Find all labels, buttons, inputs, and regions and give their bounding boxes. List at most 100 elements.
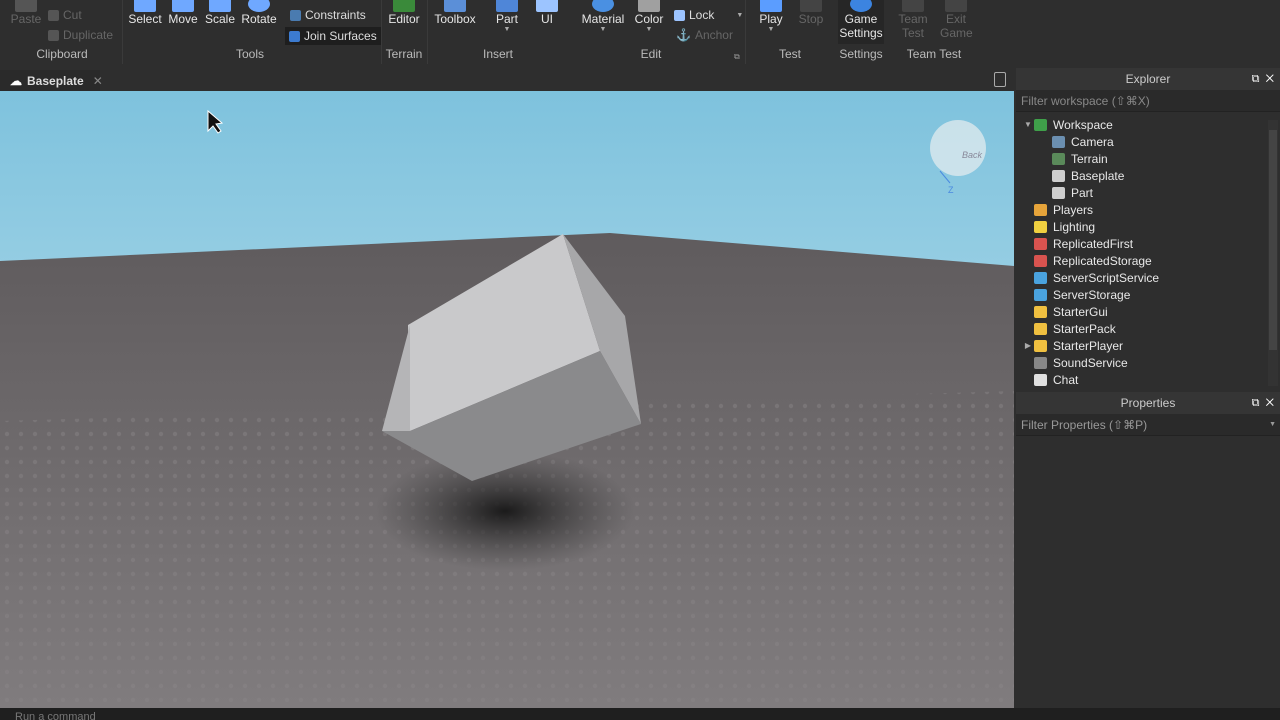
- tab-label: Baseplate: [27, 73, 84, 88]
- explorer-item-replicatedfirst[interactable]: ReplicatedFirst: [1016, 235, 1280, 252]
- lock-icon: [674, 9, 685, 21]
- explorer-item-label: ServerScriptService: [1053, 270, 1160, 285]
- explorer-item-label: StarterPack: [1053, 321, 1116, 336]
- team-test-button[interactable]: Team Test: [896, 0, 930, 40]
- duplicate-button[interactable]: Duplicate: [48, 28, 113, 42]
- lock-label: Lock: [689, 8, 715, 22]
- explorer-item-lighting[interactable]: Lighting: [1016, 218, 1280, 235]
- chevron-down-icon[interactable]: ▼: [1269, 414, 1276, 436]
- anchor-button[interactable]: ⚓ Anchor: [676, 28, 733, 42]
- terrain-editor-button[interactable]: Editor: [386, 0, 422, 26]
- color-swatch-icon: [638, 0, 660, 12]
- explorer-item-label: ReplicatedFirst: [1053, 236, 1134, 251]
- explorer-item-label: Camera: [1071, 134, 1114, 149]
- settings-group-label: Settings: [839, 47, 883, 61]
- explorer-item-replicatedstorage[interactable]: ReplicatedStorage: [1016, 252, 1280, 269]
- select-button[interactable]: Select: [128, 0, 162, 26]
- stop-button[interactable]: Stop: [796, 0, 826, 26]
- startergui-icon: [1034, 305, 1047, 318]
- clipboard-group-label: Clipboard: [36, 47, 88, 61]
- explorer-item-workspace[interactable]: ▼ Workspace: [1016, 116, 1280, 133]
- rotate-label: Rotate: [241, 12, 277, 26]
- paste-button[interactable]: Paste: [8, 0, 44, 26]
- exit-game-label-2: Game: [940, 26, 973, 40]
- move-button[interactable]: Move: [167, 0, 199, 26]
- explorer-item-camera[interactable]: Camera: [1016, 133, 1280, 150]
- replicatedfirst-icon: [1034, 237, 1047, 250]
- tab-baseplate[interactable]: ☁ Baseplate ✕: [0, 70, 103, 91]
- close-icon[interactable]: ✕: [1266, 397, 1274, 409]
- command-bar[interactable]: Run a command: [0, 708, 1280, 720]
- ui-label: UI: [541, 12, 553, 26]
- insert-group-label: Insert: [482, 47, 513, 61]
- baseplate-icon: [1052, 169, 1065, 182]
- join-surfaces-button[interactable]: Join Surfaces: [285, 27, 381, 45]
- undock-icon[interactable]: ⧉: [1252, 73, 1260, 85]
- cut-button[interactable]: Cut: [48, 8, 82, 22]
- join-surfaces-label: Join Surfaces: [304, 29, 377, 43]
- explorer-item-label: Workspace: [1053, 117, 1113, 132]
- lock-button[interactable]: Lock ▼: [674, 8, 743, 22]
- toolbox-button[interactable]: Toolbox: [434, 0, 476, 26]
- undock-icon[interactable]: ⧉: [1252, 397, 1260, 409]
- scale-button[interactable]: Scale: [204, 0, 236, 26]
- constraints-label: Constraints: [305, 8, 366, 22]
- collapse-arrow-icon[interactable]: ▶: [1022, 341, 1034, 350]
- camera-icon: [1052, 135, 1065, 148]
- explorer-item-label: SoundService: [1053, 355, 1128, 370]
- exit-game-button[interactable]: Exit Game: [940, 0, 973, 40]
- rotate-button[interactable]: Rotate: [240, 0, 278, 26]
- explorer-item-starterpack[interactable]: StarterPack: [1016, 320, 1280, 337]
- properties-filter-placeholder: Filter Properties (⇧⌘P): [1021, 418, 1148, 432]
- properties-title: Properties: [1120, 396, 1176, 410]
- device-emulator-icon[interactable]: [994, 72, 1006, 87]
- properties-header: Properties ⧉ ✕: [1016, 392, 1280, 414]
- part-button[interactable]: Part ▼: [492, 0, 522, 33]
- gear-icon: [850, 0, 872, 12]
- right-panels: Explorer ⧉ ✕ Filter workspace (⇧⌘X) ▼ Work…: [1016, 68, 1280, 708]
- paste-icon: [15, 0, 37, 12]
- explorer-tree: ▼ Workspace Camera Terrain Baseplate Part Play…: [1016, 116, 1280, 390]
- scale-icon: [209, 0, 231, 12]
- explorer-item-starterplayer[interactable]: ▶ StarterPlayer: [1016, 337, 1280, 354]
- terrain-icon: [393, 0, 415, 12]
- 3d-viewport[interactable]: Back Z: [0, 91, 1014, 708]
- command-input[interactable]: Run a command: [15, 711, 96, 720]
- explorer-item-serverscriptservice[interactable]: ServerScriptService: [1016, 269, 1280, 286]
- explorer-item-label: ServerStorage: [1053, 287, 1131, 302]
- play-button[interactable]: Play ▼: [757, 0, 785, 33]
- properties-list: [1016, 436, 1280, 706]
- expand-arrow-icon[interactable]: ▼: [1022, 120, 1034, 129]
- terrain-group-label: Terrain: [385, 47, 423, 61]
- close-tab-icon[interactable]: ✕: [93, 74, 103, 88]
- ui-button[interactable]: UI: [534, 0, 560, 26]
- explorer-item-soundservice[interactable]: SoundService: [1016, 354, 1280, 371]
- explorer-item-baseplate[interactable]: Baseplate: [1016, 167, 1280, 184]
- material-button[interactable]: Material ▼: [580, 0, 626, 33]
- constraints-button[interactable]: Constraints: [290, 8, 366, 22]
- play-icon: [760, 0, 782, 12]
- explorer-item-part[interactable]: Part: [1016, 184, 1280, 201]
- tools-group-label: Tools: [235, 47, 264, 61]
- starterpack-icon: [1034, 322, 1047, 335]
- close-icon[interactable]: ✕: [1266, 73, 1274, 85]
- properties-filter-input[interactable]: Filter Properties (⇧⌘P) ▼: [1016, 414, 1280, 436]
- part-icon: [1052, 186, 1065, 199]
- explorer-filter-input[interactable]: Filter workspace (⇧⌘X): [1016, 90, 1280, 112]
- explorer-item-terrain[interactable]: Terrain: [1016, 150, 1280, 167]
- edit-expand-icon[interactable]: ⧉: [734, 52, 740, 62]
- explorer-item-players[interactable]: Players: [1016, 201, 1280, 218]
- explorer-item-chat[interactable]: Chat: [1016, 371, 1280, 388]
- ui-icon: [536, 0, 558, 12]
- scissors-icon: [48, 9, 59, 21]
- game-settings-button[interactable]: Game Settings: [838, 0, 884, 44]
- lock-dropdown-icon[interactable]: ▼: [736, 12, 743, 19]
- explorer-item-serverstorage[interactable]: ServerStorage: [1016, 286, 1280, 303]
- explorer-item-startergui[interactable]: StarterGui: [1016, 303, 1280, 320]
- explorer-scrollbar[interactable]: [1268, 120, 1278, 386]
- lighting-icon: [1034, 220, 1047, 233]
- anchor-label: Anchor: [694, 28, 733, 42]
- color-button[interactable]: Color ▼: [632, 0, 666, 33]
- team-icon: [902, 0, 924, 12]
- explorer-item-label: Terrain: [1071, 151, 1108, 166]
